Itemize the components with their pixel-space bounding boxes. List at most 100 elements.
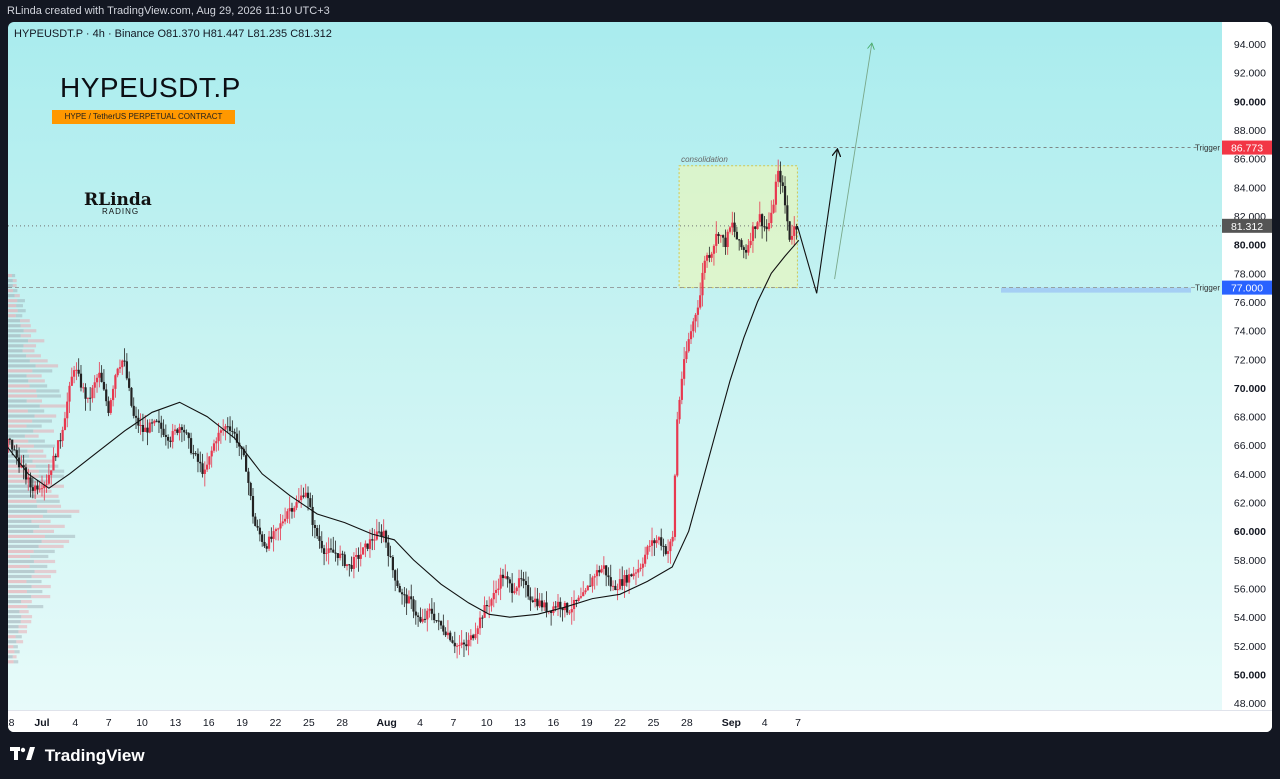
candle-body: [614, 585, 617, 591]
volume-profile-bar: [13, 645, 18, 649]
candle-body: [478, 617, 482, 629]
candle-body: [685, 351, 688, 360]
candle-body: [676, 419, 679, 476]
candle-body: [515, 587, 518, 592]
candle-body: [749, 240, 752, 246]
volume-profile-bar: [8, 434, 25, 438]
volume-profile-bar: [8, 559, 34, 564]
candle-body: [462, 642, 466, 645]
candle-body: [29, 477, 32, 488]
candle-body: [217, 432, 220, 442]
time-axis[interactable]: 1619222528Jul4710131619222528Aug47101316…: [8, 710, 1272, 732]
symbol-description-badge: HYPE / TetherUS PERPETUAL CONTRACT: [52, 110, 235, 124]
volume-profile-bar: [26, 374, 42, 378]
price-axis[interactable]: 94.000 92.000 90.000 88.000 86.000 84.000 82.0…: [1222, 22, 1272, 710]
candle-body: [141, 424, 145, 432]
candle-body: [421, 618, 424, 622]
volume-profile-bar: [36, 389, 60, 393]
candle-body: [389, 556, 392, 558]
candle-body: [513, 591, 516, 594]
candle-body: [327, 548, 330, 553]
candle-body: [183, 429, 186, 433]
candle-body: [79, 373, 83, 388]
volume-profile-bar: [24, 434, 39, 438]
volume-profile-bar: [21, 615, 33, 619]
candle-body: [86, 397, 89, 399]
candle-body: [403, 594, 406, 596]
candle-body: [689, 331, 693, 340]
candle-body: [524, 581, 527, 585]
volume-profile-bar: [8, 394, 38, 398]
candle-body: [607, 575, 610, 578]
moving-average-layer: [8, 239, 800, 618]
volume-profile-bar: [26, 579, 42, 584]
candle-body: [630, 574, 633, 577]
candle-body: [56, 440, 60, 458]
chart-area[interactable]: consolidation Trigger Trigger HYPEUSDT.P …: [8, 22, 1272, 732]
candle-body: [199, 461, 202, 464]
candle-body: [270, 536, 273, 539]
candle-body: [160, 422, 163, 429]
time-tick-label: 7: [106, 717, 112, 729]
volume-profile-bar: [8, 620, 21, 624]
candle-body: [529, 596, 532, 601]
candle-body: [419, 616, 422, 622]
candle-body: [430, 608, 433, 614]
candle-body: [329, 548, 333, 550]
candle-body: [715, 233, 718, 246]
candle-body: [249, 482, 252, 497]
candle-body: [517, 578, 521, 588]
candle-body: [132, 405, 135, 416]
candle-body: [618, 579, 622, 590]
tradingview-logo[interactable]: TradingView: [10, 746, 145, 766]
candle-body: [765, 226, 768, 230]
candle-body: [357, 554, 360, 559]
volume-profile-bar: [15, 314, 23, 318]
candle-body: [600, 568, 603, 573]
time-tick-label: 13: [170, 717, 182, 729]
volume-profile-bar: [22, 349, 35, 353]
volume-profile-bar: [8, 610, 20, 614]
candle-body: [756, 222, 759, 229]
candle-body: [451, 640, 454, 643]
candle-body: [595, 570, 599, 577]
candle-body: [196, 453, 200, 462]
consolidation-zone-layer: consolidation: [678, 155, 1191, 293]
price-chart[interactable]: consolidation Trigger Trigger: [8, 22, 1272, 732]
high-value: H81.447: [202, 28, 245, 40]
candle-body: [476, 628, 479, 634]
candle-body: [231, 430, 234, 432]
candle-body: [109, 400, 112, 413]
candle-body: [589, 585, 592, 587]
candle-body: [703, 260, 706, 273]
candle-body: [169, 440, 172, 442]
candle-body: [73, 370, 76, 377]
candle-body: [591, 577, 594, 587]
candle-body: [212, 443, 216, 451]
candle-body: [543, 602, 546, 608]
candle-body: [724, 237, 727, 248]
candle-body: [472, 635, 475, 639]
trigger-high-price-label: 86.773: [1231, 143, 1263, 155]
volume-profile-bar: [23, 344, 37, 348]
candle-body: [657, 537, 661, 541]
candle-body: [102, 381, 106, 390]
trigger-label: Trigger: [1195, 144, 1220, 153]
candle-body: [710, 253, 713, 258]
volume-profile-bar: [8, 429, 34, 433]
drawings: [796, 44, 871, 294]
price-tick-label: 80.000: [1234, 240, 1266, 252]
candle-body: [107, 401, 110, 413]
candle-body: [274, 529, 278, 532]
time-tick-label: 10: [136, 717, 148, 729]
candle-body: [442, 625, 445, 632]
candle-body: [245, 455, 248, 472]
candle-body: [36, 485, 39, 490]
candle-body: [267, 536, 271, 549]
candle-body: [364, 543, 367, 548]
candle-body: [627, 574, 631, 583]
candle-body: [176, 429, 179, 433]
volume-profile-bar: [8, 389, 37, 393]
time-tick-label: 10: [481, 717, 493, 729]
candle-body: [492, 592, 495, 600]
